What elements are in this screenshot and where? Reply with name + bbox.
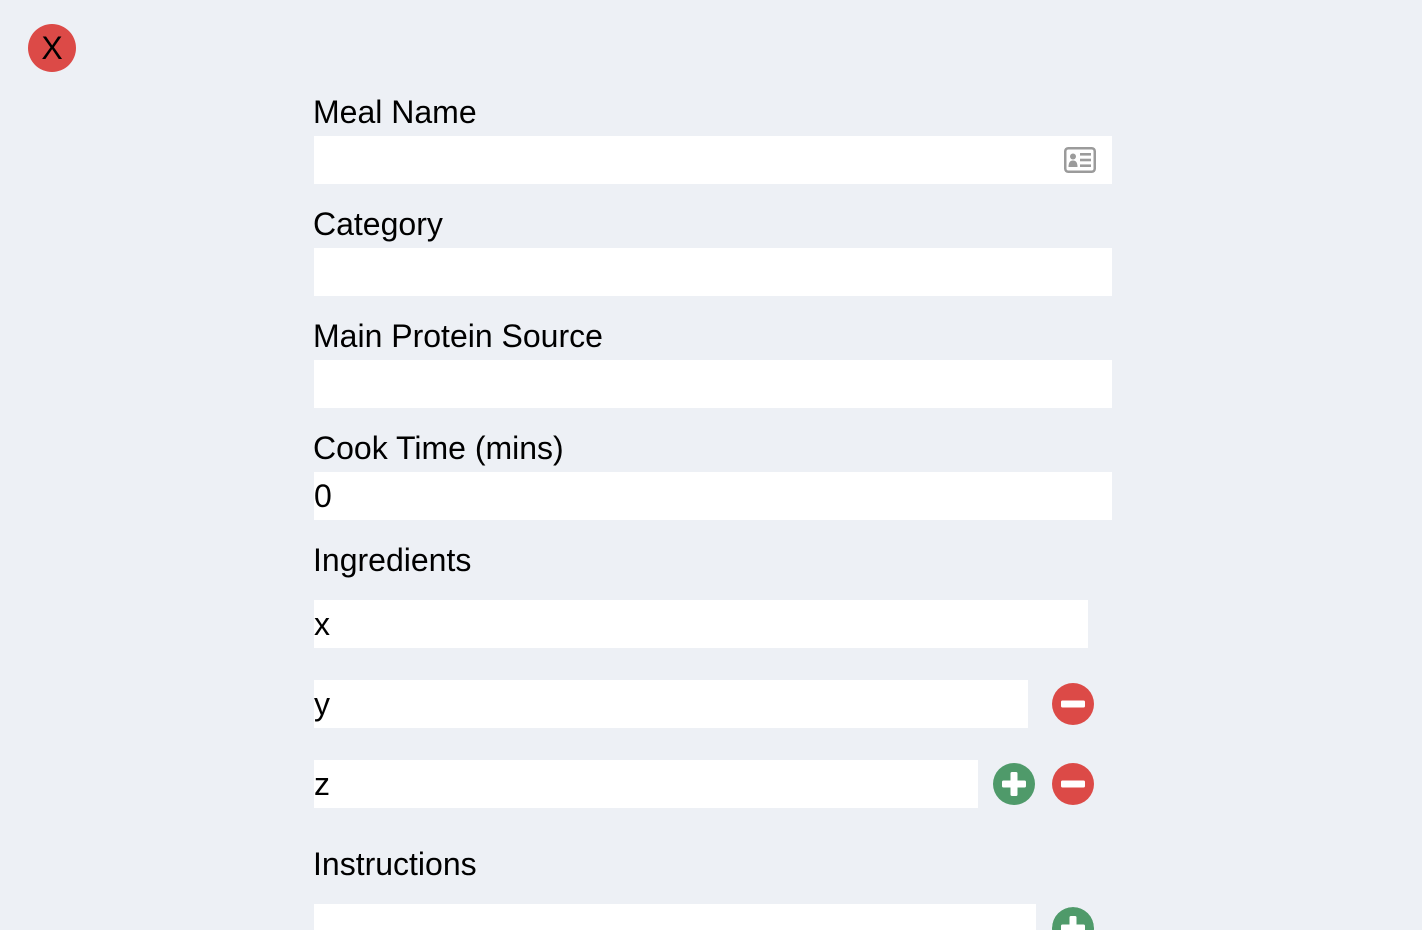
cook-time-label: Cook Time (mins) [313,430,564,466]
plus-circle-icon [1052,907,1094,930]
close-button[interactable]: X [28,24,76,72]
main-protein-source-label: Main Protein Source [313,318,603,354]
plus-circle-icon [993,763,1035,805]
category-input[interactable] [314,248,1112,296]
ingredient-input[interactable]: y [314,680,1028,728]
contact-card-icon[interactable] [1064,147,1096,173]
minus-circle-icon [1052,763,1094,805]
ingredients-label: Ingredients [313,542,472,578]
remove-ingredient-button[interactable] [1052,683,1094,725]
meal-name-label: Meal Name [313,94,477,130]
main-protein-source-input[interactable] [314,360,1112,408]
category-label: Category [313,206,443,242]
add-instruction-button[interactable] [1052,907,1094,930]
cook-time-input[interactable]: 0 [314,472,1112,520]
ingredient-input[interactable]: x [314,600,1088,648]
instruction-input[interactable] [314,904,1036,930]
close-icon: X [41,30,63,66]
add-meal-page: X Meal Name Category Main Protein Source [0,0,1422,930]
minus-circle-icon [1052,683,1094,725]
meal-name-input[interactable] [314,136,1112,184]
remove-ingredient-button[interactable] [1052,763,1094,805]
instructions-label: Instructions [313,846,477,882]
ingredient-input[interactable]: z [314,760,978,808]
add-ingredient-button[interactable] [993,763,1035,805]
